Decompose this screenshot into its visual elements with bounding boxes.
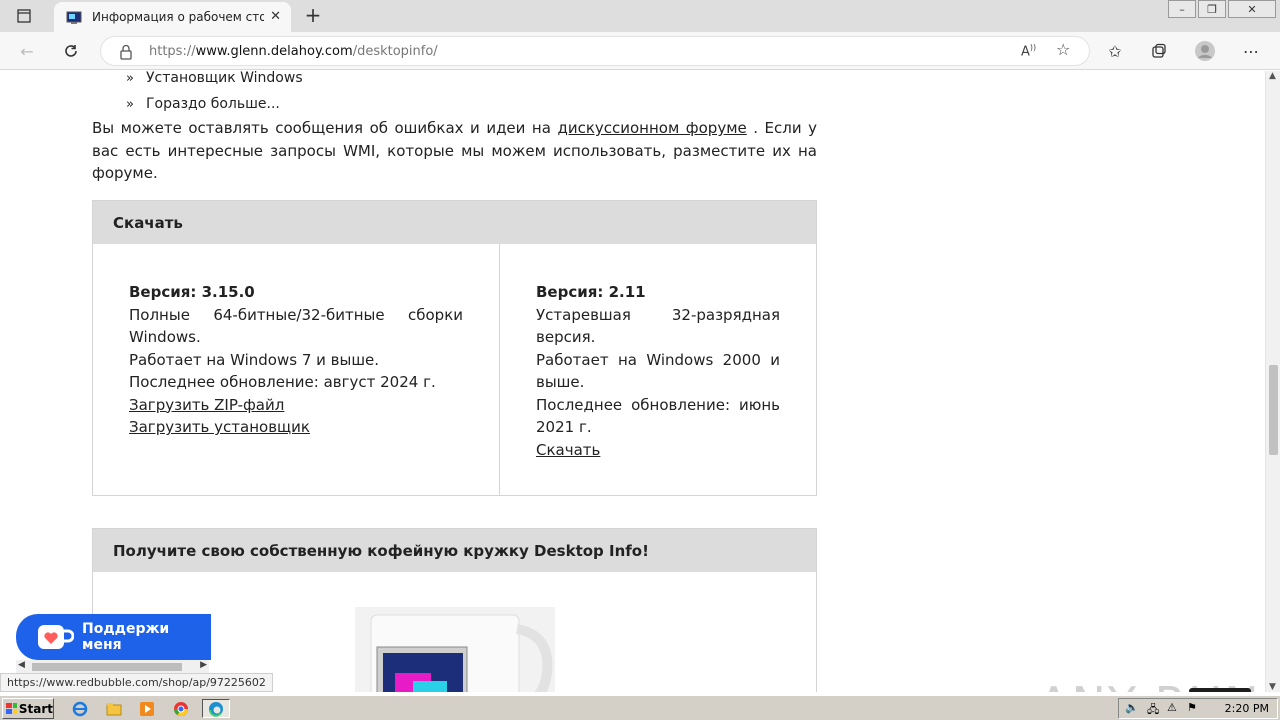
feature-list: » Установщик Windows » Гораздо больше... (126, 71, 303, 117)
download-section: Скачать Версия: 3.15.0 Полные 64-битные/… (92, 200, 817, 496)
media-player-icon[interactable] (137, 699, 157, 718)
legacy-version-desc: Устаревшая 32-разрядная версия. (536, 305, 780, 347)
current-version-updated: Последнее обновление: август 2024 г. (129, 373, 436, 391)
legacy-version-label: Версия: 2.11 (536, 283, 646, 301)
minimize-button[interactable]: – (1168, 0, 1196, 18)
mug-header: Получите свою собственную кофейную кружк… (93, 529, 816, 572)
chrome-icon[interactable] (171, 699, 191, 718)
current-version-column: Версия: 3.15.0 Полные 64-битные/32-битны… (93, 244, 500, 495)
link-status-bar: https://www.redbubble.com/shop/ap/972256… (0, 673, 273, 692)
ie-icon[interactable] (70, 699, 90, 718)
forum-link[interactable]: дискуссионном форуме (557, 119, 746, 137)
forum-paragraph: Вы можете оставлять сообщения об ошибках… (92, 119, 817, 182)
list-item: » Установщик Windows (126, 71, 303, 86)
page-viewport: » Установщик Windows » Гораздо больше... В… (0, 71, 1265, 692)
current-version-req: Работает на Windows 7 и выше. (129, 350, 380, 369)
heart-cup-icon (36, 623, 75, 651)
back-arrow-icon[interactable]: ← (16, 40, 38, 62)
monitor-favicon-icon (66, 10, 82, 24)
current-version-label: Версия: 3.15.0 (129, 283, 255, 301)
new-tab-button[interactable]: + (302, 3, 324, 27)
taskbar: Start 🔈 🖧 ⚠ ⚑ 2:20 PM (0, 695, 1280, 720)
scroll-right-icon[interactable]: ▶ (200, 660, 207, 670)
anyrun-logo (1189, 688, 1251, 692)
more-menu-icon[interactable]: ⋯ (1240, 40, 1262, 62)
system-tray: 🔈 🖧 ⚠ ⚑ 2:20 PM (1118, 698, 1278, 719)
tab-bar: Информация о рабочем столе ✕ + – ❐ ✕ (0, 0, 1280, 32)
vertical-scrollbar[interactable]: ▲ ▼ (1265, 71, 1280, 692)
download-header: Скачать (93, 201, 816, 244)
folder-icon[interactable] (104, 699, 124, 718)
vertical-scroll-thumb[interactable] (1269, 365, 1278, 455)
horizontal-scroll-thumb[interactable] (32, 663, 182, 671)
active-tab[interactable]: Информация о рабочем столе ✕ (54, 2, 291, 32)
support-me-button[interactable]: Поддержи меня (16, 614, 211, 660)
legacy-version-column: Версия: 2.11 Устаревшая 32-разрядная вер… (500, 244, 816, 495)
horizontal-scrollbar[interactable]: ◀ ▶ (16, 660, 209, 674)
list-item: » Гораздо больше... (126, 96, 280, 112)
legacy-version-updated: Последнее обновление: июнь 2021 г. (536, 395, 780, 437)
scroll-down-icon[interactable]: ▼ (1269, 682, 1276, 692)
download-installer-link[interactable]: Загрузить установщик (129, 418, 310, 436)
start-label: Start (18, 701, 53, 716)
scroll-up-icon[interactable]: ▲ (1269, 71, 1276, 81)
screen: Информация о рабочем столе ✕ + – ❐ ✕ ← h… (0, 0, 1280, 720)
legacy-version-req: Работает на Windows 2000 и выше. (536, 350, 780, 392)
edge-taskbar-button[interactable] (202, 699, 230, 718)
tab-title: Информация о рабочем столе (92, 10, 264, 24)
current-version-desc: Полные 64-битные/32-битные сборки Window… (129, 305, 463, 347)
address-bar[interactable]: https://www.glenn.delahoy.com/desktopinf… (100, 36, 1090, 66)
restore-button[interactable]: ❐ (1198, 0, 1226, 18)
clock[interactable]: 2:20 PM (1225, 702, 1269, 715)
close-window-button[interactable]: ✕ (1228, 0, 1276, 18)
flag-icon[interactable]: ⚑ (1187, 701, 1197, 714)
windows-logo-icon (6, 702, 17, 714)
collections-icon[interactable] (1148, 40, 1170, 62)
favorites-icon[interactable]: ✩ (1104, 40, 1126, 62)
tab-actions-button[interactable] (8, 4, 40, 28)
scroll-left-icon[interactable]: ◀ (18, 660, 25, 670)
navigation-bar: ← https://www.glenn.delahoy.com/desktopi… (0, 32, 1280, 70)
start-button[interactable]: Start (2, 698, 54, 719)
profile-avatar-icon[interactable] (1194, 40, 1216, 62)
lock-icon[interactable] (119, 44, 133, 60)
support-me-label: Поддержи меня (82, 621, 170, 653)
security-icon[interactable]: ⚠ (1167, 701, 1177, 714)
url-text: https://www.glenn.delahoy.com/desktopinf… (149, 44, 438, 59)
add-favorite-icon[interactable]: ☆ (1056, 40, 1070, 59)
coffee-mug-image[interactable] (355, 607, 555, 692)
download-legacy-link[interactable]: Скачать (536, 441, 600, 459)
tab-close-icon[interactable]: ✕ (270, 9, 281, 24)
volume-icon[interactable]: 🔈 (1125, 701, 1139, 714)
tab-actions-icon (17, 9, 31, 23)
refresh-icon[interactable] (60, 40, 82, 62)
read-aloud-icon[interactable]: A)) (1021, 43, 1036, 59)
window-controls: – ❐ ✕ (1166, 0, 1276, 18)
download-zip-link[interactable]: Загрузить ZIP-файл (129, 396, 284, 414)
edge-icon (209, 701, 223, 717)
network-icon[interactable]: 🖧 (1147, 701, 1159, 720)
